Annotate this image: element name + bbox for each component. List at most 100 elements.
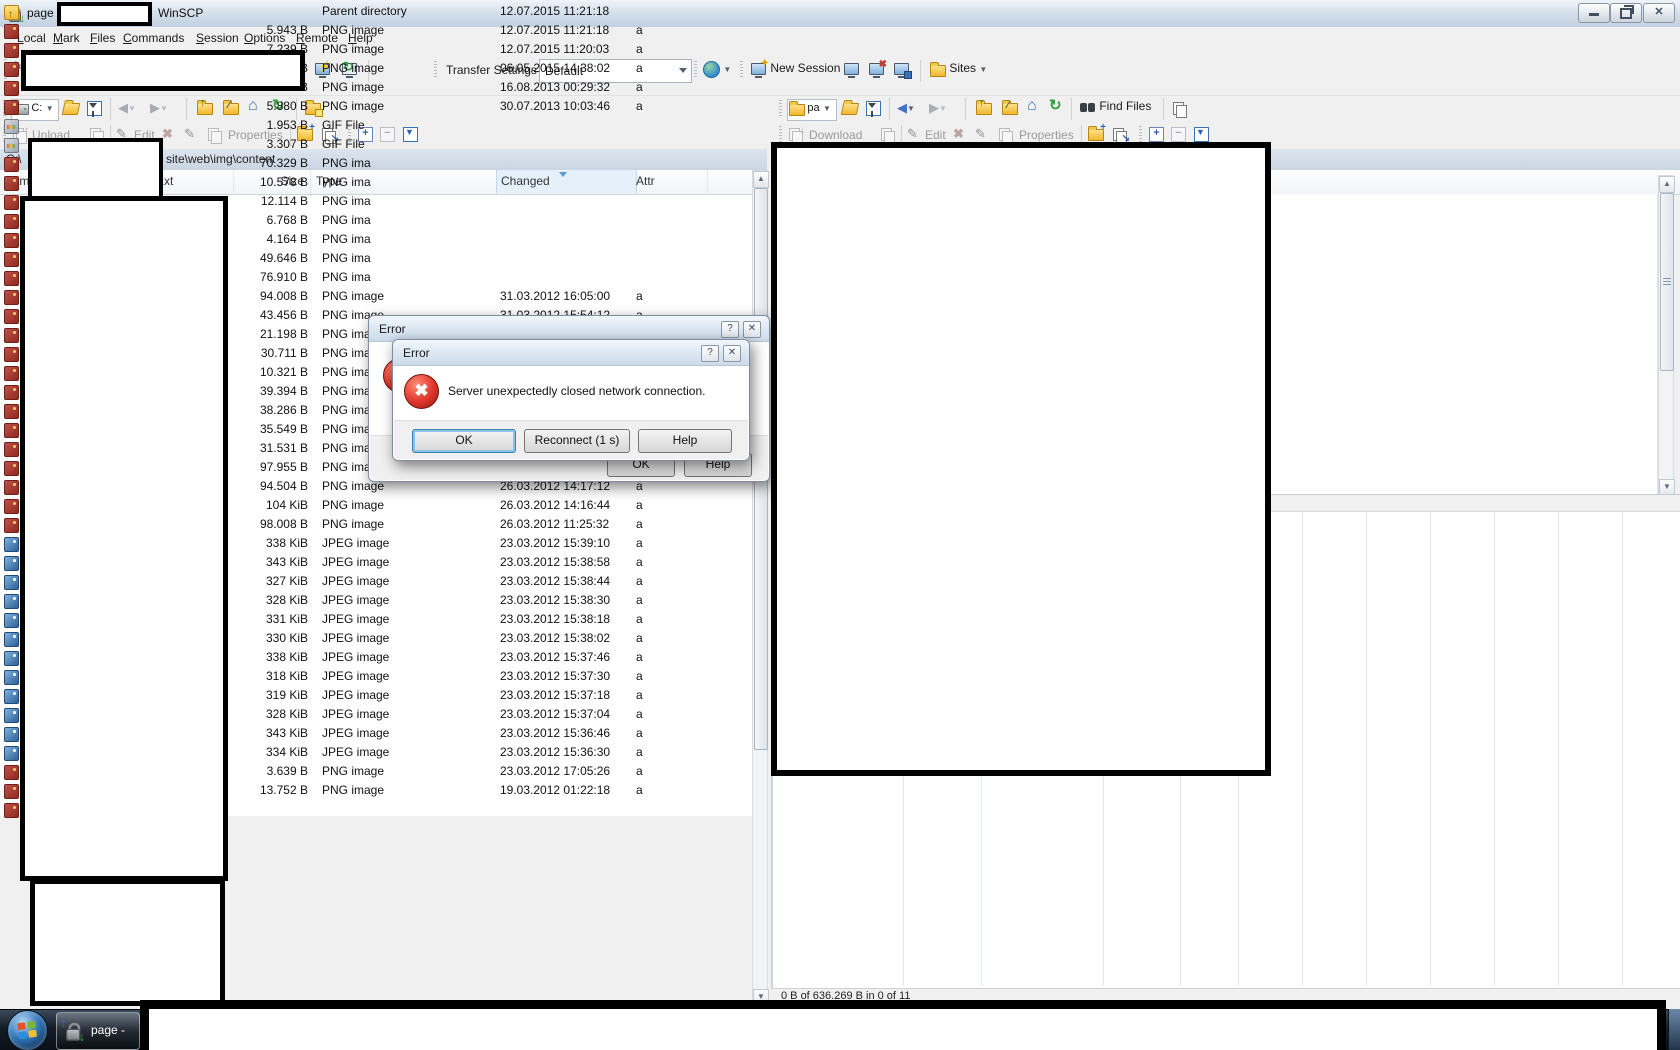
file-attr: a: [636, 21, 643, 40]
toolbar-separator: [1071, 98, 1072, 120]
file-type-icon-png: [4, 442, 19, 457]
toolbar-grip[interactable]: [779, 100, 782, 118]
help-question-icon[interactable]: ?: [721, 321, 739, 338]
close-button[interactable]: ✕: [1643, 3, 1675, 23]
minimize-button[interactable]: [1578, 3, 1610, 23]
taskbar-winscp-button[interactable]: ↑↓ page -: [56, 1012, 140, 1050]
file-attr: a: [636, 97, 643, 116]
copy-button[interactable]: [879, 126, 896, 142]
folder-slash-icon: ∕: [1001, 99, 1018, 115]
file-type: PNG ima: [322, 154, 371, 173]
filter-ok-button[interactable]: ▼: [1193, 126, 1210, 142]
back-button[interactable]: ◀▼: [897, 100, 915, 116]
remote-dir-combo[interactable]: pa ▼: [787, 99, 837, 121]
file-type: PNG ima: [322, 268, 371, 287]
file-type: PNG image: [322, 496, 384, 515]
download-button[interactable]: ↓: [787, 126, 804, 142]
home-directory-button[interactable]: ⌂: [1027, 98, 1037, 114]
help-question-icon[interactable]: ?: [701, 345, 719, 362]
expand-button[interactable]: +: [1149, 127, 1164, 142]
file-type: JPEG image: [322, 686, 389, 705]
open-directory-button[interactable]: [841, 99, 858, 115]
file-attr: a: [636, 762, 643, 781]
start-button[interactable]: [7, 1010, 48, 1050]
close-session-button[interactable]: ✖: [868, 61, 885, 77]
delete-x-icon: ✖: [953, 126, 964, 142]
back-icon: ◀: [897, 100, 907, 116]
file-type: JPEG image: [322, 705, 389, 724]
file-row[interactable]: 1.953 BGIF File: [0, 116, 752, 135]
restore-button[interactable]: [1610, 3, 1642, 23]
help-button[interactable]: Help: [638, 429, 732, 453]
file-size: 35.549 B: [230, 420, 308, 439]
file-row[interactable]: 5.880 BPNG image30.07.2013 10:03:46a: [0, 97, 752, 116]
filter-button[interactable]: [865, 100, 882, 116]
local-scrollbar[interactable]: ▲ ▼: [752, 170, 768, 1012]
file-type-icon-png: [4, 233, 19, 248]
file-size: 327 KiB: [230, 572, 308, 591]
dialog-button-bar: OK Reconnect (1 s) Help: [394, 420, 748, 459]
file-changed: 26.03.2012 14:16:44: [500, 496, 610, 515]
file-type-icon-png: [4, 81, 19, 96]
windows-logo-icon: [17, 1021, 37, 1039]
file-size: 94.008 B: [230, 287, 308, 306]
folder-plus-icon: +: [1087, 125, 1104, 141]
file-type: GIF File: [322, 135, 365, 154]
file-attr: a: [636, 572, 643, 591]
file-type-icon-jpg: [4, 689, 19, 704]
new-folder-button[interactable]: +: [1087, 125, 1104, 141]
file-type: PNG ima: [322, 211, 371, 230]
remote-dir-label: pa: [807, 102, 819, 114]
file-type-icon-jpg: [4, 651, 19, 666]
copy-settings-button[interactable]: [1171, 100, 1188, 116]
close-icon[interactable]: ✕: [723, 345, 741, 362]
remote-scrollbar-thumb[interactable]: [1660, 193, 1674, 371]
toolbar-separator: [920, 60, 921, 82]
root-directory-button[interactable]: ∕: [1001, 99, 1018, 115]
save-session-button[interactable]: [893, 61, 910, 77]
file-type-icon-png: [4, 290, 19, 305]
file-type-icon-png: [4, 62, 19, 77]
duplicate-session-button[interactable]: [843, 61, 860, 77]
copy-icon: [879, 126, 896, 142]
file-type: JPEG image: [322, 648, 389, 667]
parent-directory-button[interactable]: ↑: [975, 99, 992, 115]
file-attr: a: [636, 40, 643, 59]
file-type: JPEG image: [322, 724, 389, 743]
file-size: 104 KiB: [230, 496, 308, 515]
home-icon: ⌂: [1027, 98, 1037, 114]
close-icon[interactable]: ✕: [743, 321, 761, 338]
edit-button[interactable]: ✎: [907, 126, 918, 142]
find-files-button[interactable]: Find Files: [1079, 99, 1151, 115]
file-size: 3.639 B: [230, 762, 308, 781]
properties-button[interactable]: [997, 126, 1014, 142]
scroll-down-icon[interactable]: ▼: [1659, 479, 1675, 495]
refresh-button[interactable]: ↻: [1049, 98, 1062, 114]
file-type-icon-png: [4, 214, 19, 229]
file-type-icon-png: [4, 252, 19, 267]
ok-button[interactable]: OK: [412, 429, 516, 453]
scroll-up-icon[interactable]: ▲: [1659, 176, 1675, 193]
remote-scrollbar[interactable]: ▲ ▼: [1658, 175, 1674, 496]
column-grid-line: [1558, 512, 1559, 986]
collapse-button[interactable]: −: [1171, 127, 1186, 142]
file-type-icon-jpg: [4, 670, 19, 685]
file-size: 334 KiB: [230, 743, 308, 762]
file-arrow-icon: ↘: [1111, 126, 1128, 142]
dialog-title-bar[interactable]: Error ? ✕: [393, 340, 749, 366]
new-session-button[interactable]: ✦ New Session: [750, 61, 840, 77]
scroll-up-icon[interactable]: ▲: [753, 171, 769, 188]
copy-icon: [1171, 100, 1188, 116]
sites-button[interactable]: Sites ▼: [929, 61, 987, 77]
forward-button[interactable]: ▶▼: [929, 100, 947, 116]
file-type: JPEG image: [322, 553, 389, 572]
rename-button[interactable]: ✎: [975, 126, 986, 142]
filter-check-icon: ▼: [1193, 126, 1210, 142]
file-size: 70.329 B: [230, 154, 308, 173]
show-desktop-button[interactable]: [1668, 1009, 1680, 1050]
reconnect-button[interactable]: Reconnect (1 s): [524, 429, 630, 453]
remote-panel-toolbar: pa ▼ ◀▼ ▶▼ ↑ ∕ ⌂ ↻ Find Files: [771, 96, 1680, 122]
file-type-icon-jpg: [4, 727, 19, 742]
delete-button[interactable]: ✖: [953, 126, 964, 142]
new-file-button[interactable]: ↘: [1111, 126, 1128, 142]
